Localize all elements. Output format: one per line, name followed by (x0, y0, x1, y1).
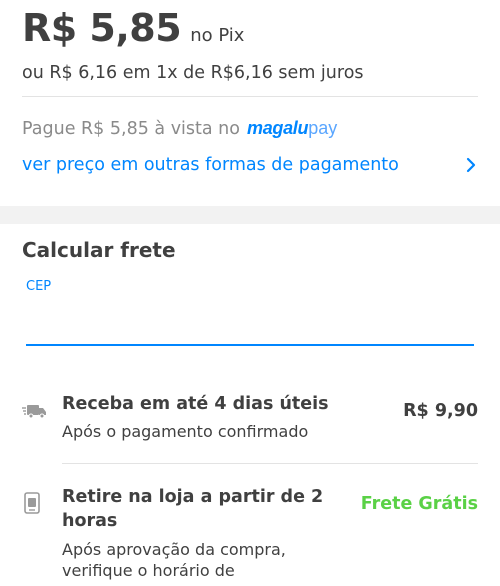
magalupay-logo-light: pay (308, 118, 338, 138)
cep-label: CEP (26, 279, 52, 294)
installments-text: ou R$ 6,16 em 1x de R$6,16 sem juros (22, 63, 364, 83)
shipping-option-delivery[interactable]: Receba em até 4 dias úteis Após o pagame… (22, 392, 478, 462)
delivery-subtitle: Após o pagamento confirmado (62, 422, 309, 441)
other-payments-link[interactable]: ver preço em outras formas de pagamento (22, 155, 478, 175)
cep-input[interactable] (26, 300, 474, 346)
magalupay-line: Pague R$ 5,85 à vista no magalu pay (22, 118, 337, 139)
divider (22, 96, 478, 97)
pix-price: R$ 5,85 (22, 6, 182, 50)
pickup-subtitle-line2: verifique o horário de (62, 561, 235, 580)
delivery-title: Receba em até 4 dias úteis (62, 394, 329, 414)
pickup-subtitle-line1: Após aprovação da compra, (62, 540, 286, 559)
store-pickup-icon (22, 491, 42, 515)
freight-title: Calcular frete (22, 238, 176, 262)
magalupay-text: Pague R$ 5,85 à vista no (22, 118, 240, 139)
delivery-price: R$ 9,90 (403, 401, 478, 421)
options-divider (62, 463, 478, 464)
shipping-option-pickup[interactable]: Retire na loja a partir de 2 horas Após … (22, 484, 478, 586)
other-payments-label[interactable]: ver preço em outras formas de pagamento (22, 155, 399, 175)
magalupay-logo-strong: magalu (246, 118, 309, 138)
pix-label: no Pix (190, 25, 245, 46)
chevron-right-icon[interactable] (464, 155, 478, 175)
truck-icon (22, 402, 48, 420)
pickup-title-line2: horas (62, 511, 118, 531)
free-shipping-label: Frete Grátis (360, 494, 478, 514)
pickup-title-line1: Retire na loja a partir de 2 (62, 487, 324, 507)
price-main: R$ 5,85 no Pix (22, 6, 244, 50)
section-separator (0, 206, 500, 224)
magalupay-logo: magalu pay (247, 118, 337, 139)
